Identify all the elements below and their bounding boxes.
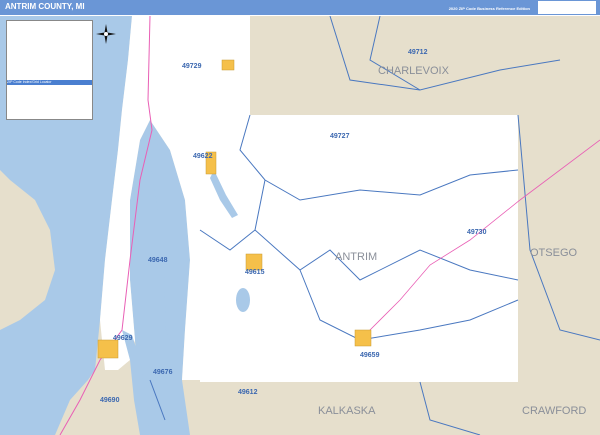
map-title: ANTRIM COUNTY, MI — [5, 2, 85, 11]
zip-index-title: ZIP Code Index/Grid Locator — [7, 80, 92, 85]
publisher-logo — [538, 1, 596, 14]
zip-label: 49659 — [360, 352, 380, 359]
zip-label: 49622 — [193, 153, 213, 160]
edition-label: 2020 ZIP Code Business Reference Edition — [448, 6, 530, 11]
county-label: OTSEGO — [530, 247, 578, 259]
zip-label: 49690 — [100, 397, 120, 404]
county-label: KALKASKA — [318, 405, 376, 417]
lake-bellaire — [236, 288, 250, 312]
town-mancelona — [354, 329, 372, 347]
zip-label: 49612 — [238, 389, 258, 396]
county-label: CHARLEVOIX — [378, 65, 450, 77]
zip-label: 49629 — [113, 335, 133, 342]
map-header: ANTRIM COUNTY, MI 2020 ZIP Code Business… — [0, 0, 600, 15]
town-bellaire — [245, 253, 263, 271]
county-label: CRAWFORD — [522, 405, 586, 417]
town-ellsworth — [221, 59, 235, 71]
zip-label: 49615 — [245, 269, 265, 276]
zip-label: 49729 — [182, 63, 202, 70]
zip-label: 49727 — [330, 133, 350, 140]
zip-label: 49648 — [148, 257, 168, 264]
town-elk-rapids — [97, 339, 119, 359]
zip-label: 49712 — [408, 49, 428, 56]
zip-label: 49730 — [467, 229, 487, 236]
county-label: ANTRIM — [335, 251, 377, 263]
compass-rose-icon — [96, 24, 116, 44]
zip-label: 49676 — [153, 369, 173, 376]
map-legend: ZIP Code Index/Grid Locator — [6, 20, 93, 120]
